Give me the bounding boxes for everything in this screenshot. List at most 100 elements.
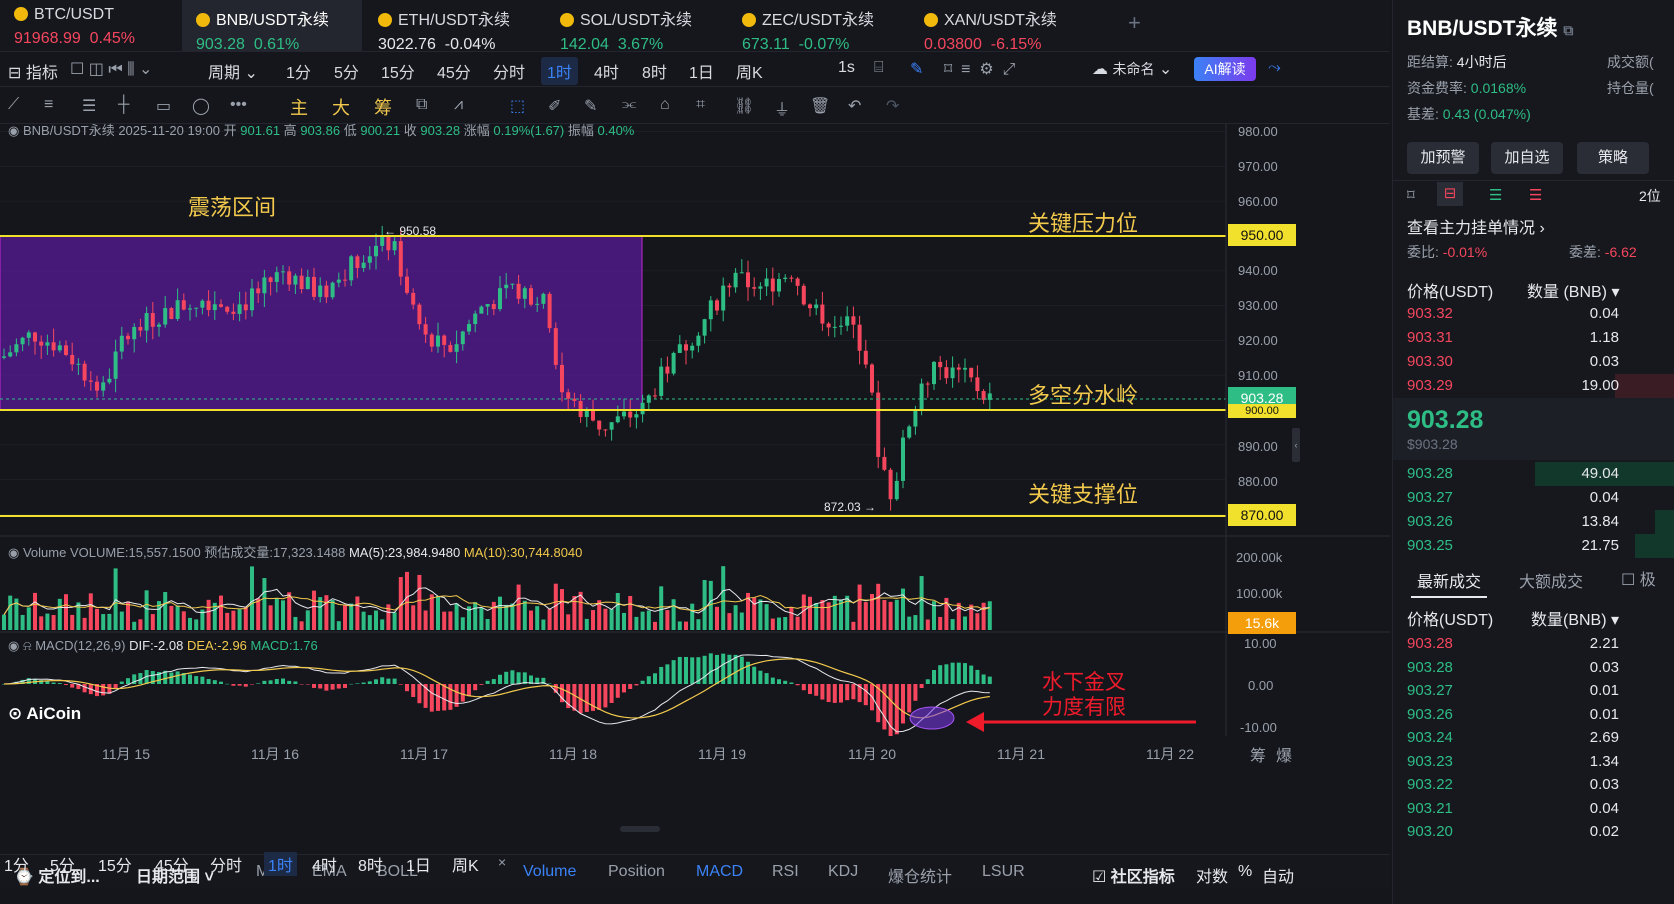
filter-tool-icon[interactable]: ⏚ <box>774 96 790 120</box>
note-tool-icon[interactable]: ⌗ <box>696 96 705 114</box>
auto-scale-button[interactable]: 自动 <box>1262 863 1294 887</box>
tab-sol[interactable]: SOL/USDT永续 142.04 3.67% <box>546 0 726 53</box>
undo-icon[interactable]: ↶ <box>848 96 861 116</box>
quick-interval[interactable]: 5分 <box>50 852 75 876</box>
eye-icon[interactable]: ◉ <box>8 545 19 560</box>
quick-interval[interactable]: 1分 <box>4 852 29 876</box>
select-tool-icon[interactable]: ⬚ <box>510 96 525 116</box>
link-tool-icon[interactable]: ⛓ <box>734 96 754 116</box>
pane-resize-handle[interactable] <box>620 826 660 832</box>
chart-canvas[interactable] <box>0 124 1390 824</box>
interval-1m[interactable]: 1分 <box>286 59 311 83</box>
quick-interval[interactable]: 1日 <box>406 852 431 876</box>
ind-liquidation[interactable]: 爆仓统计 <box>888 863 952 887</box>
indicator-button[interactable]: ⊟ 指标 <box>8 59 58 83</box>
ask-row[interactable]: 903.29 19.00 <box>1393 374 1674 398</box>
interval-time[interactable]: 分时 <box>493 59 525 83</box>
asks-mode-icon[interactable]: ☰ <box>1529 186 1542 204</box>
ind-kdj[interactable]: KDJ <box>828 863 858 881</box>
add-tab-button[interactable]: + <box>1128 10 1141 36</box>
quick-interval[interactable]: 15分 <box>98 852 132 876</box>
layout-name-dropdown[interactable]: ☁ 未命名 ⌄ <box>1092 59 1172 79</box>
percent-scale-button[interactable]: % <box>1238 863 1252 881</box>
toolbar-misc-icons[interactable]: ⌑ ≡ ⚙ ⤢ <box>944 59 1015 79</box>
pen-icon[interactable]: ✎ <box>910 59 923 79</box>
eraser-tool-icon[interactable]: ✎ <box>584 96 597 116</box>
ask-row[interactable]: 903.30 0.03 <box>1393 350 1674 374</box>
tab-btc[interactable]: BTC/USDT 91968.99 0.45% <box>0 0 180 52</box>
quick-interval[interactable]: 周K <box>452 852 479 876</box>
panel-collapse-handle[interactable]: ‹ <box>1292 428 1300 462</box>
share-icon[interactable]: ⤳ <box>1268 59 1281 77</box>
ruler-tool-icon[interactable]: ✐ <box>548 96 561 116</box>
bid-row[interactable]: 903.26 13.84 <box>1393 510 1674 534</box>
ask-row[interactable]: 903.31 1.18 <box>1393 326 1674 350</box>
alarm-icon[interactable]: ◉ ⍾ <box>8 638 32 653</box>
liquidation-corner-button[interactable]: 爆 <box>1276 742 1292 766</box>
interval-1h[interactable]: 1时 <box>541 57 578 85</box>
quick-interval[interactable]: 4时 <box>312 852 337 876</box>
camera-icon[interactable]: ⌸ <box>874 59 884 77</box>
bid-row[interactable]: 903.27 0.04 <box>1393 486 1674 510</box>
ind-position[interactable]: Position <box>608 863 665 881</box>
tab-bnb[interactable]: BNB/USDT永续 903.28 0.61% <box>182 0 362 53</box>
lock-tool-icon[interactable]: ⌂ <box>660 96 670 114</box>
interval-1d[interactable]: 1日 <box>689 59 714 83</box>
circle-tool-icon[interactable]: ◯ <box>192 96 210 116</box>
close-icon[interactable]: × <box>498 854 506 870</box>
main-orders-link[interactable]: 查看主力挂单情况 › <box>1407 214 1545 238</box>
line-tool-icon[interactable]: ⟋ <box>8 96 19 114</box>
golden-cross-marker[interactable] <box>909 706 955 730</box>
interval-15m[interactable]: 15分 <box>381 59 415 83</box>
macd-annotation[interactable]: 水下金叉 力度有限 <box>1042 670 1126 720</box>
resistance-annotation[interactable]: 关键压力位 <box>1028 206 1138 238</box>
tab-large-trades[interactable]: 大额成交 <box>1519 568 1583 592</box>
range-annotation[interactable]: 震荡区间 <box>188 190 276 222</box>
trade-header-qty[interactable]: 数量(BNB) ▾ <box>1531 606 1619 630</box>
chip-corner-button[interactable]: 筹 <box>1250 742 1266 766</box>
depth-select[interactable]: 2位 <box>1639 186 1661 206</box>
interval-1w[interactable]: 周K <box>736 59 763 83</box>
interval-4h[interactable]: 4时 <box>594 59 619 83</box>
ind-volume[interactable]: Volume <box>523 863 576 881</box>
parallel-tool-icon[interactable]: ☰ <box>82 96 96 116</box>
window-layout-icon[interactable]: ☐ ◫ ⏮ ⫼ ⌄ <box>70 59 152 79</box>
pivot-annotation[interactable]: 多空分水岭 <box>1028 378 1138 410</box>
eye-icon[interactable]: ◉ <box>8 123 19 138</box>
log-scale-button[interactable]: 对数 <box>1196 863 1228 887</box>
measure-tool-icon[interactable]: ⩘ <box>454 96 463 114</box>
copy-icon[interactable]: ⧉ <box>1563 22 1573 38</box>
tab-eth[interactable]: ETH/USDT永续 3022.76 -0.04% <box>364 0 544 53</box>
chart-area[interactable]: ◉ BNB/USDT永续 2025-11-20 19:00 开 901.61 高… <box>0 123 1390 824</box>
strategy-button[interactable]: 策略 <box>1577 142 1649 174</box>
add-alert-button[interactable]: 加预警 <box>1407 142 1479 174</box>
bid-row[interactable]: 903.28 49.04 <box>1393 462 1674 486</box>
bid-row[interactable]: 903.25 21.75 <box>1393 534 1674 558</box>
bids-mode-icon[interactable]: ☰ <box>1489 186 1502 204</box>
ind-rsi[interactable]: RSI <box>772 863 799 881</box>
interval-45m[interactable]: 45分 <box>437 59 471 83</box>
ask-row[interactable]: 903.32 0.04 <box>1393 302 1674 326</box>
ind-macd[interactable]: MACD <box>696 863 743 881</box>
support-annotation[interactable]: 关键支撑位 <box>1028 477 1138 509</box>
ind-lsur[interactable]: LSUR <box>982 863 1025 881</box>
delete-tool-icon[interactable]: 🗑 <box>810 96 830 116</box>
quick-interval[interactable]: 8时 <box>358 852 383 876</box>
ob-header-qty[interactable]: 数量 (BNB) ▾ <box>1527 278 1620 302</box>
tab-xan[interactable]: XAN/USDT永续 0.03800 -6.15% <box>910 0 1090 53</box>
add-watchlist-button[interactable]: 加自选 <box>1491 142 1563 174</box>
book-mode-icon[interactable]: ⊟ <box>1437 182 1463 206</box>
big-tool[interactable]: 大 <box>332 94 350 120</box>
community-indicator-button[interactable]: ☑ 社区指标 <box>1092 863 1175 887</box>
seconds-button[interactable]: 1s <box>838 59 855 77</box>
view-mode-icon[interactable]: ⌑ <box>1407 186 1415 204</box>
quick-interval[interactable]: 45分 <box>155 852 189 876</box>
interval-8h[interactable]: 8时 <box>642 59 667 83</box>
chip-tool[interactable]: 筹 <box>374 94 392 120</box>
tab-zec[interactable]: ZEC/USDT永续 673.11 -0.07% <box>728 0 908 53</box>
quick-interval[interactable]: 1时 <box>264 852 297 876</box>
ai-interpret-button[interactable]: AI解读 <box>1194 57 1256 81</box>
rect-tool-icon[interactable]: ▭ <box>156 96 171 116</box>
main-tool[interactable]: 主 <box>290 94 308 120</box>
magnet-tool-icon[interactable]: ⫘ <box>622 96 636 114</box>
